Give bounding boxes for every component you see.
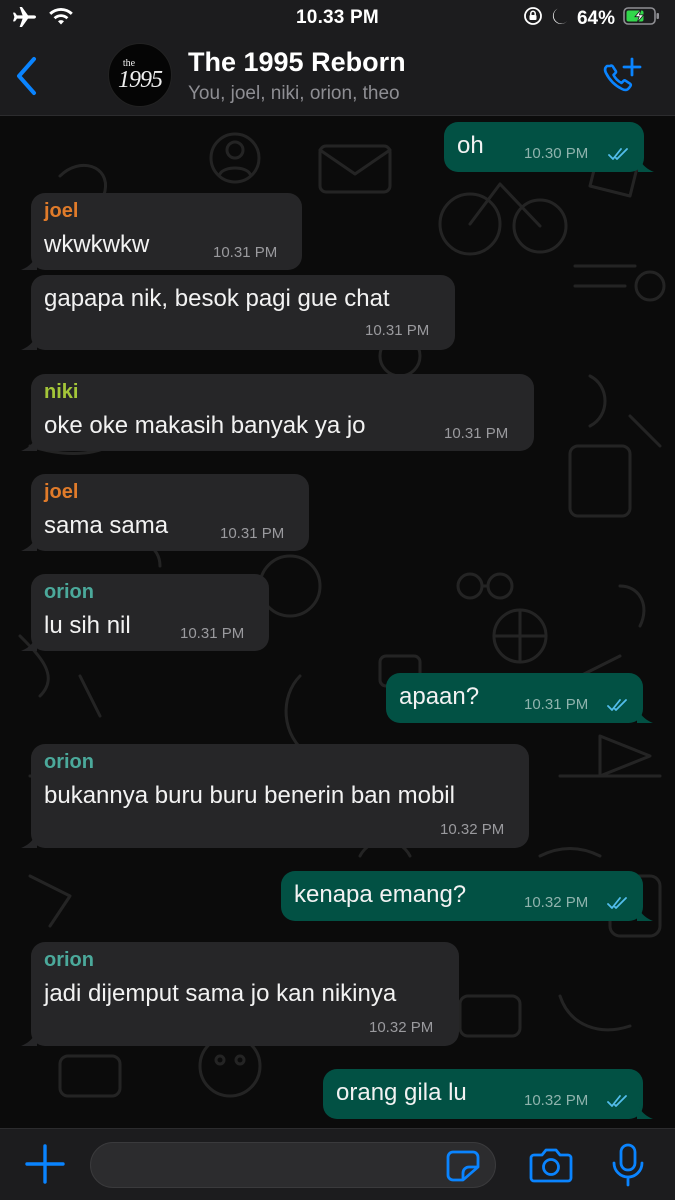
avatar-big-text: 1995 xyxy=(118,67,163,93)
bubble-tail xyxy=(637,1101,653,1119)
bubble-tail xyxy=(637,705,653,723)
bubble-tail xyxy=(638,154,654,172)
message-text: orang gila lu xyxy=(336,1079,467,1106)
message-text: sama sama xyxy=(44,512,169,539)
battery-charging-icon xyxy=(623,6,661,32)
message-text: gapapa nik, besok pagi gue chat xyxy=(44,285,390,312)
orientation-lock-icon xyxy=(523,6,543,32)
plus-icon xyxy=(25,1144,65,1184)
camera-button[interactable] xyxy=(528,1146,574,1184)
message-time: 10.30 PM xyxy=(524,145,589,162)
message-bubble-outgoing[interactable]: oh 10.30 PM xyxy=(444,122,654,172)
microphone-icon xyxy=(612,1143,644,1187)
group-avatar[interactable]: the 1995 xyxy=(108,43,172,107)
battery-percent: 64% xyxy=(576,8,615,29)
sender-name[interactable]: orion xyxy=(44,949,94,972)
message-time: 10.31 PM xyxy=(444,425,509,442)
double-check-read-icon xyxy=(607,699,627,711)
message-bubble-incoming[interactable]: niki oke oke makasih banyak ya jo 10.31 … xyxy=(21,374,534,451)
sender-name[interactable]: orion xyxy=(44,751,94,774)
sender-name[interactable]: orion xyxy=(44,581,94,604)
back-button[interactable] xyxy=(12,54,42,98)
message-time: 10.31 PM xyxy=(524,696,589,713)
message-time: 10.31 PM xyxy=(180,625,245,642)
message-text: bukannya buru buru benerin ban mobil xyxy=(44,782,455,809)
message-time: 10.31 PM xyxy=(365,322,430,339)
message-text: lu sih nil xyxy=(44,612,131,639)
microphone-button[interactable] xyxy=(609,1142,647,1188)
message-time: 10.31 PM xyxy=(213,244,278,261)
message-bubble-outgoing[interactable]: apaan? 10.31 PM xyxy=(386,673,653,723)
message-bubble-incoming[interactable]: orion lu sih nil 10.31 PM xyxy=(21,574,269,651)
status-bar: 10.33 PM 64% xyxy=(0,0,675,36)
sticker-button[interactable] xyxy=(445,1149,481,1183)
attach-button[interactable] xyxy=(24,1143,66,1185)
moon-icon xyxy=(551,6,569,32)
bubble-tail xyxy=(21,533,37,551)
message-bubble-outgoing[interactable]: kenapa emang? 10.32 PM xyxy=(281,871,653,921)
bubble-tail xyxy=(21,633,37,651)
message-bubble-incoming[interactable]: joel wkwkwkw 10.31 PM xyxy=(21,193,302,270)
message-time: 10.32 PM xyxy=(440,821,505,838)
add-call-button[interactable] xyxy=(599,56,645,96)
bubble-tail xyxy=(21,830,37,848)
message-bubble-incoming[interactable]: orion jadi dijemput sama jo kan nikinya … xyxy=(21,942,459,1046)
message-bubble-incoming[interactable]: joel sama sama 10.31 PM xyxy=(21,474,309,551)
bubble-tail xyxy=(21,433,37,451)
double-check-read-icon xyxy=(608,148,628,160)
double-check-read-icon xyxy=(607,897,627,909)
message-text: jadi dijemput sama jo kan nikinya xyxy=(44,980,397,1007)
message-time: 10.32 PM xyxy=(524,894,589,911)
message-bubble-incoming[interactable]: gapapa nik, besok pagi gue chat 10.31 PM xyxy=(21,275,455,350)
bubble-tail xyxy=(21,332,37,350)
message-text: kenapa emang? xyxy=(294,881,467,908)
status-right: 64% xyxy=(523,6,661,32)
double-check-read-icon xyxy=(607,1095,627,1107)
sender-name[interactable]: joel xyxy=(44,200,78,223)
chat-header: the 1995 The 1995 Reborn You, joel, niki… xyxy=(0,36,675,116)
message-text: apaan? xyxy=(399,683,480,710)
message-text: oke oke makasih banyak ya jo xyxy=(44,412,366,439)
sender-name[interactable]: niki xyxy=(44,381,78,404)
chat-participants[interactable]: You, joel, niki, orion, theo xyxy=(188,83,400,105)
bubble-tail xyxy=(637,903,653,921)
bubble-tail xyxy=(21,252,37,270)
message-text: wkwkwkw xyxy=(44,231,150,258)
chat-title[interactable]: The 1995 Reborn xyxy=(188,47,406,78)
message-bubble-incoming[interactable]: orion bukannya buru buru benerin ban mob… xyxy=(21,744,529,848)
phone-plus-icon xyxy=(603,57,642,92)
chevron-left-icon xyxy=(17,57,36,95)
camera-icon xyxy=(529,1148,573,1183)
sender-name[interactable]: joel xyxy=(44,481,78,504)
message-time: 10.32 PM xyxy=(524,1092,589,1109)
message-time: 10.32 PM xyxy=(369,1019,434,1036)
message-input[interactable] xyxy=(90,1142,496,1188)
message-text: oh xyxy=(457,132,484,159)
chat-area[interactable]: oh 10.30 PM joel wkwkwkw 10.31 PM gapapa… xyxy=(0,116,675,1128)
sticker-icon xyxy=(446,1150,480,1182)
input-bar xyxy=(0,1128,675,1200)
message-time: 10.31 PM xyxy=(220,525,285,542)
bubble-tail xyxy=(21,1028,37,1046)
message-bubble-outgoing[interactable]: orang gila lu 10.32 PM xyxy=(323,1069,653,1119)
